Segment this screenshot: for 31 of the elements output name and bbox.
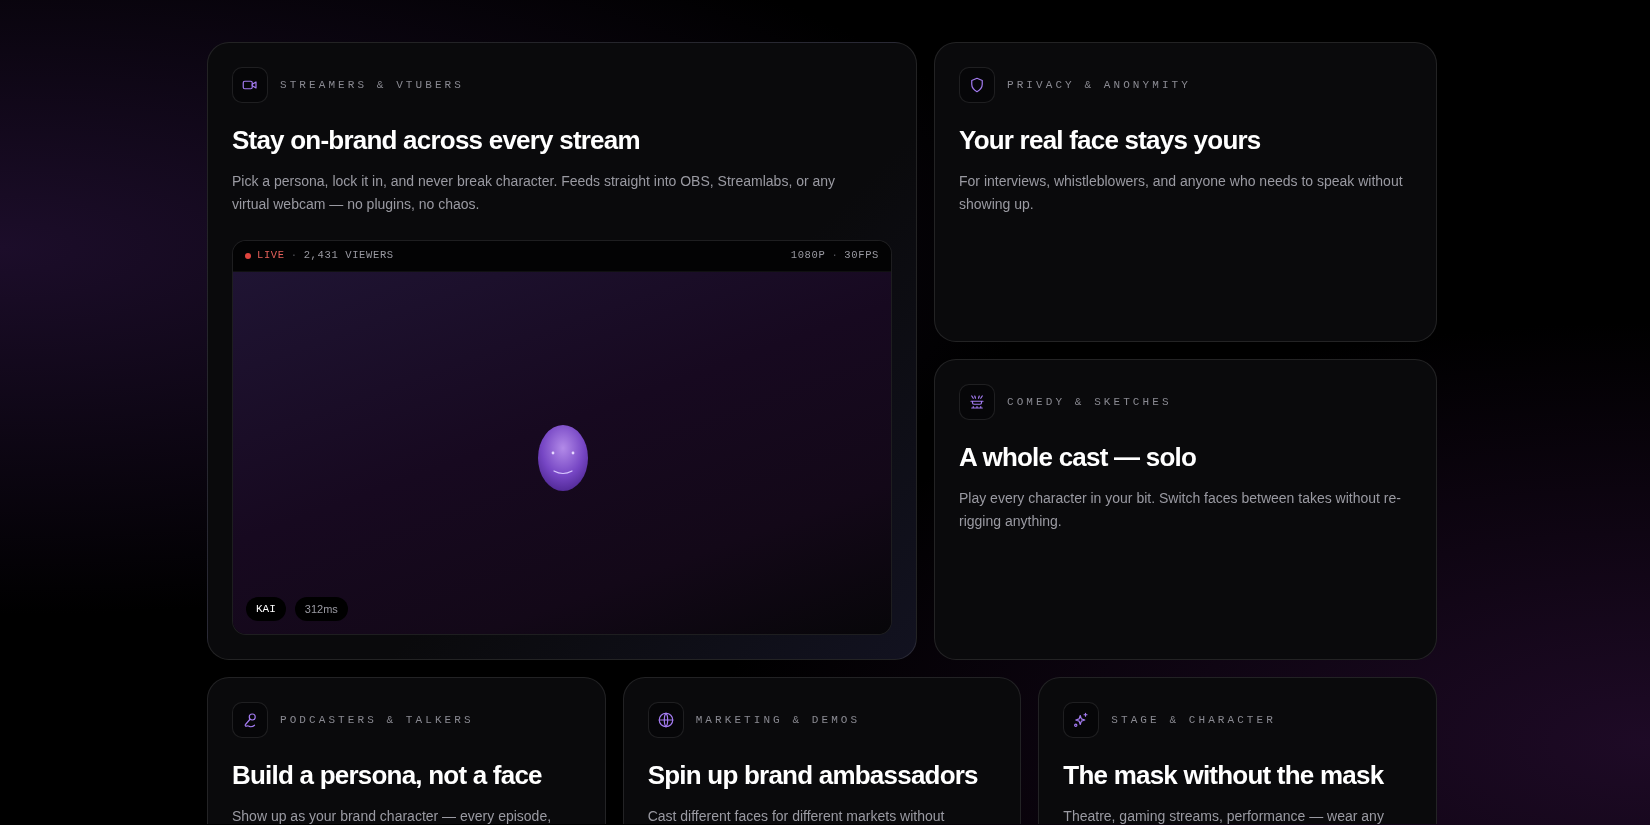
card-description: Theatre, gaming streams, performance — wear any — [1063, 807, 1385, 824]
latency-tag: 312ms — [294, 596, 348, 621]
card-title: A whole cast — solo — [959, 441, 1198, 474]
card-description: Pick a persona, lock it in, and never break character. Feeds straight into OBS, Streamlabs, or any virtual webcam — no plugins, no chaos. — [232, 172, 837, 214]
stream-stat: 1080P — [790, 248, 826, 264]
theater-masks-icon — [968, 393, 986, 411]
card-description: Cast different faces for different markets without — [647, 807, 946, 824]
card-title: Stay on-brand across every stream — [232, 124, 641, 157]
stream-stat: 30FPS — [844, 248, 879, 264]
avatar-face-drawing — [537, 424, 589, 492]
sparkles-icon — [1072, 711, 1091, 729]
persona-name-tag: KAI — [246, 596, 286, 621]
globe-icon — [656, 711, 675, 729]
card-title: Your real face stays yours — [959, 124, 1262, 157]
separator: · — [290, 248, 298, 264]
card-description: Play every character in your bit. Switch faces between takes without re-rigging anything. — [959, 489, 1402, 531]
category-label: COMEDY & SKETCHES — [1007, 394, 1172, 410]
card-title: Build a persona, not a face — [232, 759, 543, 792]
category-label: STREAMERS & VTUBERS — [280, 77, 464, 93]
category-label: MARKETING & DEMOS — [695, 712, 861, 728]
category-label: STAGE & CHARACTER — [1111, 712, 1276, 728]
live-label: LIVE — [257, 248, 285, 264]
card-title: Spin up brand ambassadors — [647, 759, 979, 792]
stream-stat: 2,431 VIEWERS — [303, 248, 394, 264]
shield-icon — [968, 76, 986, 94]
card-description: Show up as your brand character — every episode, — [232, 807, 553, 824]
card-title: The mask without the mask — [1063, 759, 1385, 792]
category-label: PODCASTERS & TALKERS — [280, 712, 474, 728]
category-label: PRIVACY & ANONYMITY — [1007, 77, 1191, 93]
separator: · — [831, 248, 839, 264]
card-description: For interviews, whistleblowers, and anyone who needs to speak without showing up. — [959, 172, 1404, 214]
